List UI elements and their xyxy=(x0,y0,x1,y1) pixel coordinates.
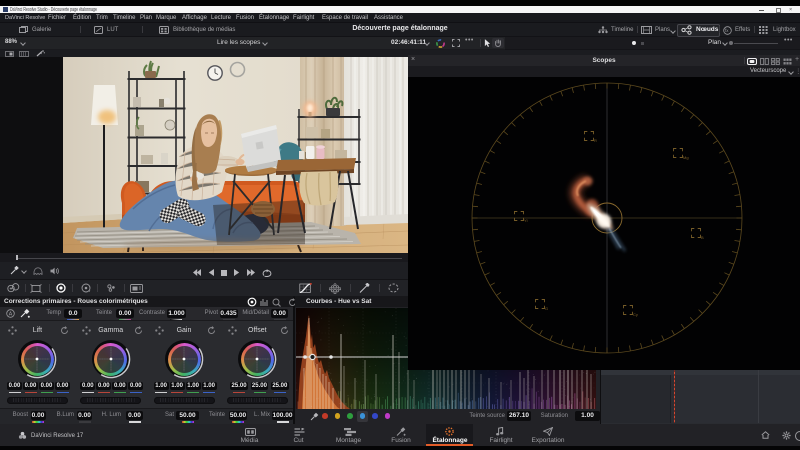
svg-text:G: G xyxy=(545,306,548,311)
svg-text:A: A xyxy=(9,311,13,317)
svg-text:Mg: Mg xyxy=(683,155,689,160)
svg-text:Cy: Cy xyxy=(633,312,638,317)
svg-text:v: v xyxy=(89,289,91,293)
svg-text:Yl: Yl xyxy=(524,218,528,223)
svg-text:R: R xyxy=(594,138,597,143)
svg-text:fx: fx xyxy=(725,28,729,33)
svg-text:B: B xyxy=(701,235,704,240)
